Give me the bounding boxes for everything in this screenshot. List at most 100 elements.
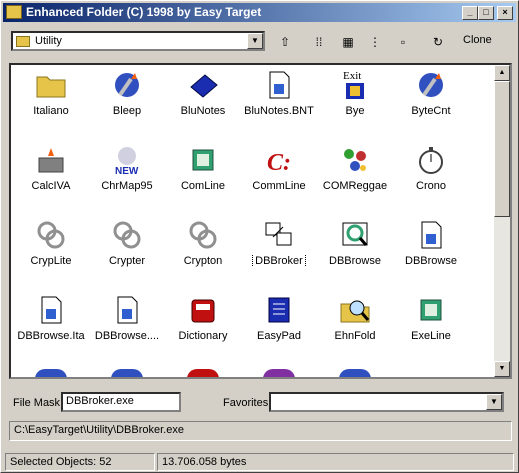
minimize-button[interactable]: _ — [462, 6, 478, 20]
file-item-label: DBBrowse — [329, 255, 381, 267]
file-mask-input[interactable]: DBBroker.exe — [61, 392, 181, 412]
file-item[interactable]: DBBroker — [241, 215, 317, 289]
up-folder-icon[interactable]: ⇧ — [275, 33, 295, 51]
file-icon-view[interactable]: Italiano Bleep BluNotes BluNotes.BNT Exit Bye… — [9, 63, 512, 379]
status-selected-count: Selected Objects: 52 — [5, 453, 155, 471]
file-item[interactable]: EasyPad — [241, 290, 317, 364]
clone-button[interactable]: Clone — [463, 34, 492, 46]
file-item-label: DBBrowse.Ita — [17, 330, 85, 342]
knot-icon — [187, 219, 219, 251]
file-item[interactable]: Crypter — [89, 215, 165, 289]
setup-icon — [415, 294, 447, 326]
file-item-label: DBBroker — [241, 255, 317, 267]
file-item[interactable]: ByteCnt — [393, 65, 469, 139]
file-item[interactable]: BluNotes — [165, 65, 241, 139]
favorites-label: Favorites — [223, 397, 269, 409]
file-item[interactable]: ExeLine — [393, 290, 469, 364]
svg-text:Exit: Exit — [343, 70, 361, 82]
file-item[interactable]: NEW ChrMap95 — [89, 140, 165, 214]
stopwatch-icon — [415, 144, 447, 176]
setup-icon — [187, 144, 219, 176]
small-icons-view-icon[interactable]: ⁞⁞ — [309, 33, 329, 51]
status-total-bytes: 13.706.058 bytes — [157, 453, 514, 471]
scroll-up-icon[interactable]: ▲ — [494, 65, 510, 81]
partial-item-icon — [263, 369, 295, 377]
file-item[interactable]: DBBrowse — [317, 215, 393, 289]
file-item[interactable]: Italiano — [13, 65, 89, 139]
tree-view-icon[interactable]: ⋮ — [365, 33, 385, 51]
title-bar[interactable]: Enhanced Folder (C) 1998 by Easy Target … — [3, 3, 516, 22]
maximize-button[interactable]: □ — [478, 6, 494, 20]
document-icon — [415, 219, 447, 251]
file-item[interactable]: Crono — [393, 140, 469, 214]
folder-icon — [35, 69, 67, 101]
chevron-down-icon[interactable]: ▼ — [486, 394, 502, 410]
file-item-label: ChrMap95 — [101, 180, 153, 192]
charmap-icon: NEW — [111, 144, 143, 177]
file-item[interactable]: C: CommLine — [241, 140, 317, 214]
list-view-icon[interactable]: ▦ — [338, 33, 358, 51]
file-item-label: DBBrowse.... — [94, 330, 160, 342]
refresh-icon[interactable]: ↻ — [428, 33, 448, 51]
file-item-label: BluNotes — [180, 105, 226, 117]
file-item-label: Dictionary — [178, 330, 228, 342]
file-item[interactable]: Exit Bye — [317, 65, 393, 139]
scroll-down-icon[interactable]: ▼ — [494, 361, 510, 377]
magnifier-folder-icon — [339, 294, 371, 326]
document-icon — [263, 69, 295, 101]
scroll-thumb[interactable] — [494, 81, 510, 217]
status-bar: Selected Objects: 52 13.706.058 bytes — [3, 453, 516, 471]
file-item-label: ExeLine — [411, 330, 451, 342]
document-icon — [111, 294, 143, 326]
folder-icon — [16, 36, 30, 47]
partial-item-icon — [187, 369, 219, 377]
file-item[interactable]: BluNotes.BNT — [241, 65, 317, 139]
toolbar: Utility ▼ ⇧ ⁞⁞ ▦ ⋮ ▫ ↻ Clone — [3, 25, 516, 59]
file-item-label: ByteCnt — [411, 105, 451, 117]
file-item[interactable]: CrypLite — [13, 215, 89, 289]
folder-path-value: Utility — [35, 35, 62, 47]
file-item[interactable]: Bleep — [89, 65, 165, 139]
close-button[interactable]: × — [497, 6, 513, 20]
molecules-icon — [339, 144, 371, 176]
chevron-down-icon[interactable]: ▼ — [247, 33, 263, 49]
vertical-scrollbar[interactable]: ▲ ▼ — [494, 65, 510, 377]
document-icon — [35, 294, 67, 326]
folder-app-icon — [6, 5, 22, 19]
partial-item-icon — [111, 369, 143, 377]
partial-item-icon — [35, 369, 67, 377]
file-item[interactable]: DBBrowse.... — [89, 290, 165, 364]
torch-icon — [415, 69, 447, 101]
file-mask-label: File Mask — [13, 397, 61, 409]
file-item-label: CrypLite — [30, 255, 72, 267]
knot-icon — [35, 219, 67, 251]
notepad-icon — [263, 294, 295, 326]
file-item[interactable]: COMReggae — [317, 140, 393, 214]
svg-text:NEW: NEW — [115, 166, 139, 176]
torch-icon — [111, 69, 143, 101]
favorites-combo[interactable]: ▼ — [269, 392, 504, 412]
svg-text:C:: C: — [267, 150, 291, 176]
file-item-label: DBBrowse — [405, 255, 457, 267]
file-item[interactable]: ComLine — [165, 140, 241, 214]
folder-path-combo[interactable]: Utility ▼ — [11, 31, 265, 51]
file-item[interactable]: Dictionary — [165, 290, 241, 364]
sort-icon[interactable]: ▫ — [393, 33, 413, 51]
file-item-label: CalcIVA — [31, 180, 71, 192]
knot-icon — [111, 219, 143, 251]
file-item-label: CommLine — [252, 180, 306, 192]
file-item[interactable]: EhnFold — [317, 290, 393, 364]
file-item-label: ComLine — [180, 180, 226, 192]
file-item[interactable]: Crypton — [165, 215, 241, 289]
exit-icon: Exit — [339, 69, 371, 101]
db-browse-icon — [339, 219, 371, 251]
file-item-label: EhnFold — [334, 330, 376, 342]
building-icon — [35, 144, 67, 176]
file-item-label: EasyPad — [256, 330, 302, 342]
file-item-label: Bye — [345, 105, 365, 117]
file-item[interactable]: CalcIVA — [13, 140, 89, 214]
file-item[interactable]: DBBrowse.Ita — [13, 290, 89, 364]
window-title: Enhanced Folder (C) 1998 by Easy Target — [26, 5, 262, 19]
partial-item-icon — [339, 369, 371, 377]
file-item[interactable]: DBBrowse — [393, 215, 469, 289]
